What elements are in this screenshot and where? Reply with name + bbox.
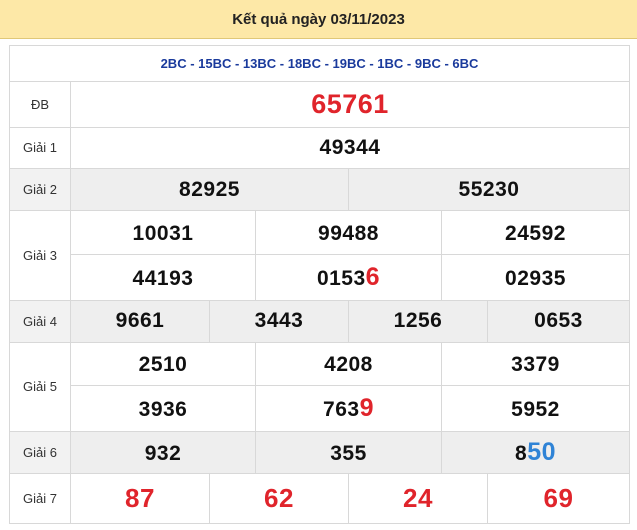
result-title: Kết quả ngày 03/11/2023 [0, 0, 637, 39]
prize-5-highlight: 9 [359, 394, 374, 423]
prize-5-cell: 7639 [255, 385, 442, 433]
result-table: 2BC - 15BC - 13BC - 18BC - 19BC - 1BC - … [8, 45, 631, 525]
row-prize-3: Giải 3 10031 99488 24592 [9, 210, 631, 301]
prize-7-cell: 62 [209, 472, 349, 525]
prize-4-number: 3443 [254, 309, 304, 333]
prize-1-cell: 49344 [69, 126, 631, 170]
prize-3-highlight: 6 [365, 262, 381, 291]
prize-6-number: 355 [330, 442, 367, 466]
prize-3-cell: 10031 [70, 210, 256, 255]
row-prize-5: 3936 7639 5952 [10, 385, 631, 433]
prize-3-number: 24592 [505, 221, 566, 245]
label-prize-2: Giải 2 [9, 168, 71, 212]
prize-5-number: 2510 [138, 353, 188, 377]
row-prize-7: Giải 7 87 62 24 69 [9, 472, 631, 525]
prize-6-number: 8 [515, 442, 528, 466]
prize-5-cell: 3936 [70, 385, 256, 433]
prize-2-number: 55230 [458, 177, 520, 201]
prize-1-number: 49344 [319, 135, 381, 159]
label-prize-3: Giải 3 [9, 210, 71, 301]
row-prize-5: Giải 5 2510 4208 3379 [9, 341, 631, 433]
prize-4-cell: 1256 [348, 299, 488, 343]
row-prize-2: Giải 2 82925 55230 [9, 168, 631, 212]
prize-6-number: 932 [144, 442, 182, 466]
prize-3-number: 0153 [316, 266, 366, 290]
prize-5-cell: 4208 [255, 341, 442, 387]
prize-6-cell: 932 [70, 431, 256, 474]
prize-4-cell: 3443 [209, 299, 349, 343]
label-prize-6: Giải 6 [9, 431, 71, 474]
lottery-result-page: Kết quả ngày 03/11/2023 2BC - 15BC - 13B… [0, 0, 637, 530]
row-prize-1: Giải 1 49344 [9, 126, 631, 170]
prize-4-number: 1256 [393, 309, 443, 333]
row-prize-3: 44193 01536 02935 [10, 253, 631, 301]
prize-4-number: 9661 [115, 309, 165, 333]
label-prize-5: Giải 5 [9, 341, 71, 433]
codes-row: 2BC - 15BC - 13BC - 18BC - 19BC - 1BC - … [8, 45, 631, 82]
special-prize-number: 65761 [311, 88, 389, 119]
row-prize-4: Giải 4 9661 3443 1256 0653 [9, 299, 631, 343]
prize-3-cell: 99488 [255, 210, 442, 255]
prize-7-cell: 87 [70, 472, 210, 525]
row-special-prize: ĐB 65761 [9, 80, 631, 128]
prize-5-number: 5952 [511, 398, 560, 422]
prize-5-cell: 2510 [70, 341, 256, 387]
prize-7-number: 62 [264, 482, 294, 513]
prize-3-cell: 44193 [70, 253, 256, 301]
prize-6-highlight: 50 [527, 438, 556, 467]
prize-6-cell: 850 [440, 431, 631, 474]
prize-5-number: 3379 [511, 353, 560, 377]
label-prize-7: Giải 7 [9, 472, 71, 525]
province-codes: 2BC - 15BC - 13BC - 18BC - 19BC - 1BC - … [8, 45, 631, 82]
label-prize-4: Giải 4 [9, 299, 71, 343]
label-prize-1: Giải 1 [9, 126, 71, 170]
label-special: ĐB [9, 80, 71, 128]
prize-3-number: 44193 [132, 266, 194, 290]
row-prize-6: Giải 6 932 355 850 [9, 431, 631, 474]
prize-4-number: 0653 [534, 309, 583, 333]
prize-5-cell: 3379 [440, 341, 631, 387]
prize-5-number: 3936 [138, 398, 188, 422]
prize-5-number: 763 [323, 398, 360, 422]
prize-3-number: 10031 [132, 221, 194, 245]
prize-4-cell: 9661 [70, 299, 210, 343]
prize-7-cell: 69 [486, 472, 631, 525]
prize-7-cell: 24 [348, 472, 488, 525]
special-prize-cell: 65761 [69, 80, 631, 128]
prize-5-cell: 5952 [440, 385, 631, 433]
prize-7-number: 69 [543, 482, 574, 513]
prize-6-cell: 355 [255, 431, 442, 474]
prize-7-number: 24 [403, 482, 433, 513]
prize-3-number: 99488 [318, 221, 379, 245]
prize-3-cell: 24592 [440, 210, 631, 255]
prize-3-cell: 01536 [255, 253, 442, 301]
prize-2-cell: 82925 [70, 168, 349, 212]
prize-2-cell: 55230 [347, 168, 631, 212]
prize-7-number: 87 [125, 482, 155, 513]
prize-4-cell: 0653 [486, 299, 631, 343]
prize-2-number: 82925 [179, 177, 240, 201]
prize-3-number: 02935 [505, 266, 566, 290]
prize-5-number: 4208 [324, 353, 373, 377]
prize-3-cell: 02935 [440, 253, 631, 301]
